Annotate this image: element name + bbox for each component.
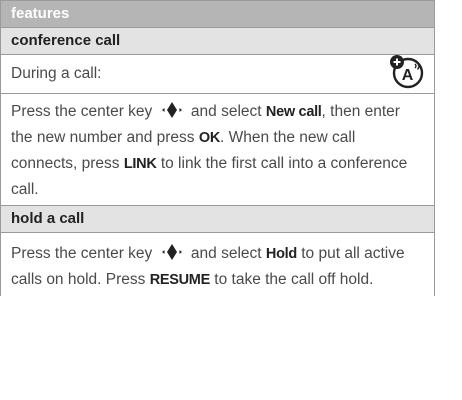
text-run: Press the center key bbox=[11, 103, 153, 120]
text-run: and select bbox=[190, 245, 262, 262]
network-feature-icon: A bbox=[390, 55, 424, 89]
conference-instructions: Press the center key and select New call… bbox=[1, 94, 434, 206]
section-title-text: conference call bbox=[11, 32, 121, 49]
svg-text:A: A bbox=[402, 67, 414, 84]
text-run: and select bbox=[190, 103, 262, 120]
hold-instructions: Press the center key and select Hold to … bbox=[1, 233, 434, 296]
center-key-icon bbox=[161, 244, 182, 260]
text-run: Press the center key bbox=[11, 245, 153, 262]
conference-intro: During a call: bbox=[1, 55, 434, 94]
center-key-icon bbox=[161, 102, 182, 118]
keyword-ok: OK bbox=[198, 130, 220, 146]
table-header: features bbox=[1, 0, 434, 28]
manual-page: features conference call A During a call… bbox=[0, 0, 462, 400]
features-table: features conference call A During a call… bbox=[0, 0, 435, 296]
section-title-text: hold a call bbox=[11, 210, 85, 227]
text-run: to take the call off hold. bbox=[214, 271, 374, 288]
keyword-link: LINK bbox=[123, 156, 157, 172]
section-title-conference-call: conference call bbox=[1, 28, 434, 55]
keyword-resume: RESUME bbox=[149, 272, 211, 288]
section-title-hold-a-call: hold a call bbox=[1, 206, 434, 233]
keyword-new-call: New call bbox=[265, 104, 322, 120]
keyword-hold: Hold bbox=[265, 246, 297, 262]
